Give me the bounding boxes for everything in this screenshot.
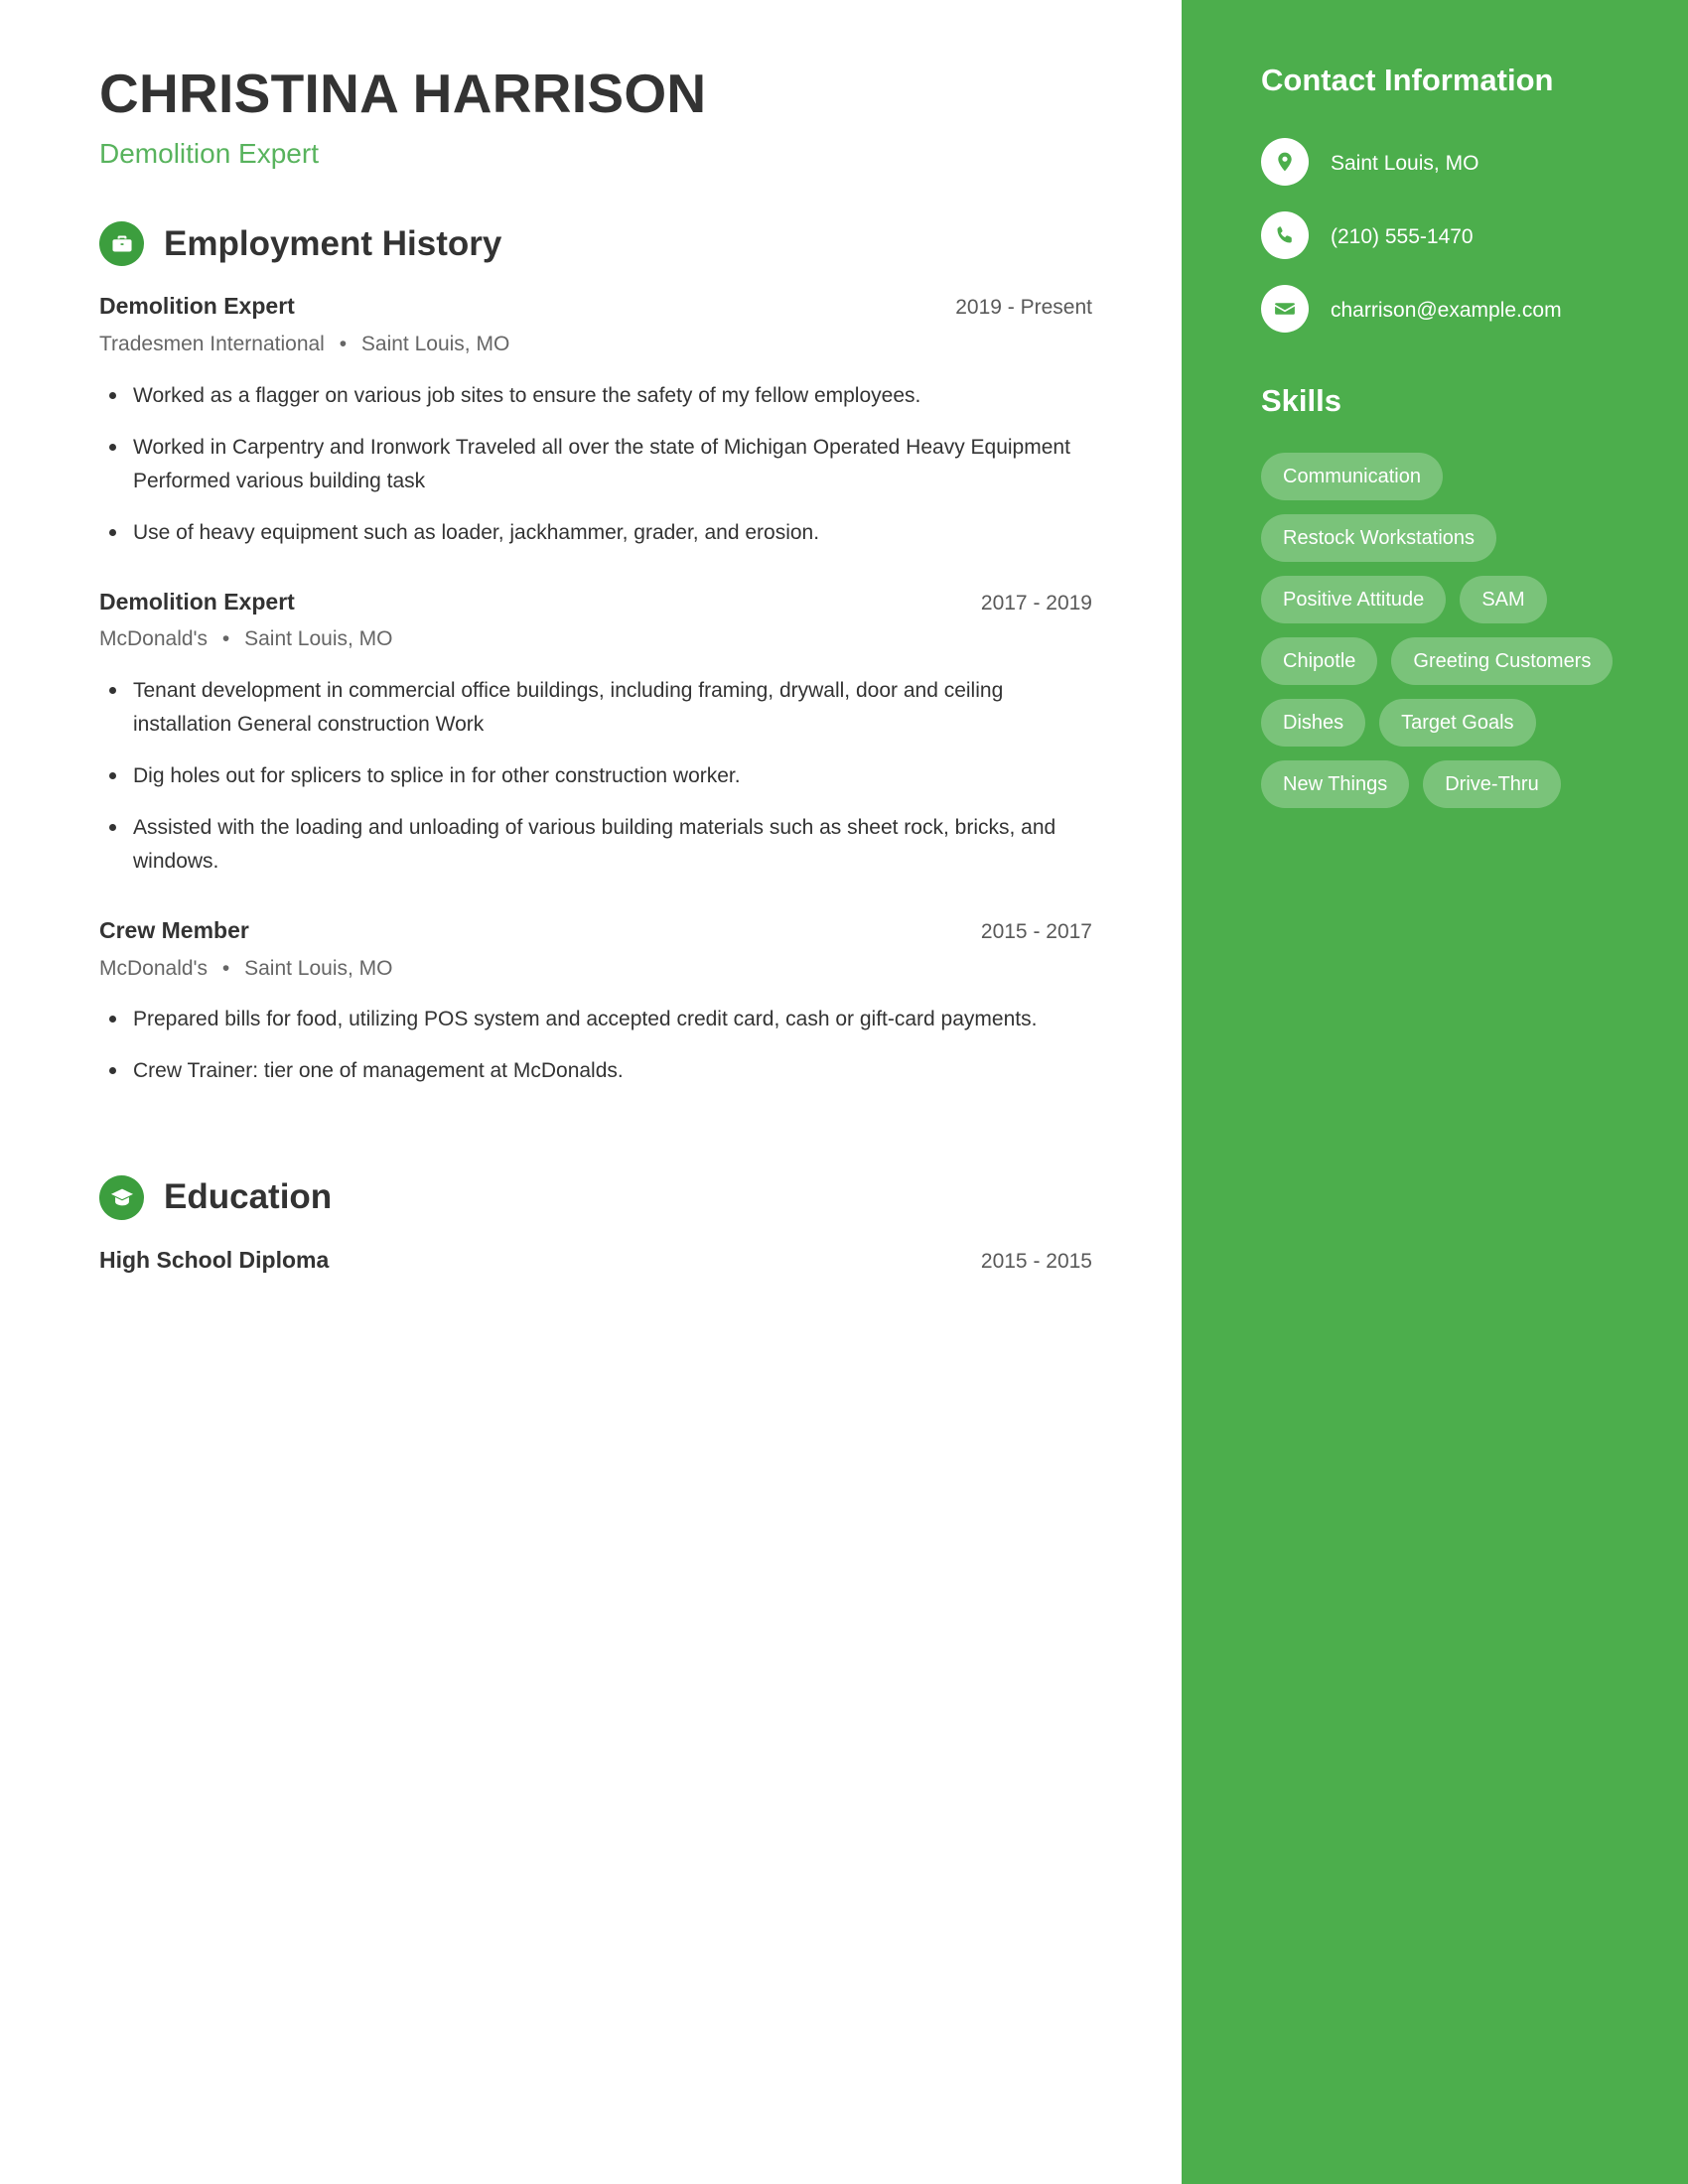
skill-pill: Drive-Thru [1423,759,1561,808]
bullet-item: Assisted with the loading and unloading … [99,811,1092,879]
skill-pill: Dishes [1261,698,1366,747]
skill-pill: SAM [1460,575,1547,623]
envelope-icon [1261,284,1309,333]
bullet-item: Dig holes out for splicers to splice in … [99,759,1092,793]
entry-header: Demolition Expert 2019 - Present [99,292,1092,322]
entry-dates: 2015 - 2017 [980,919,1092,943]
entry-location: Saint Louis, MO [360,333,510,356]
contact-information-title: Contact Information [1261,63,1554,97]
meta-separator: • [339,333,348,356]
skill-pill: Greeting Customers [1391,636,1614,685]
skill-pill: Positive Attitude [1261,575,1447,623]
skill-pill: Restock Workstations [1261,513,1497,562]
bullet-item: Crew Trainer: tier one of management at … [99,1054,1092,1088]
contact-location-value: Saint Louis, MO [1331,151,1479,175]
employment-entry: Demolition Expert 2017 - 2019 McDonald's… [99,588,1092,879]
contact-item-email: charrison@example.com [1261,284,1618,333]
contact-list: Saint Louis, MO (210) 555-1470 charrison… [1261,137,1618,333]
entry-role: Crew Member [99,916,249,943]
skills-list: Communication Restock Workstations Posit… [1261,452,1618,808]
bullet-item: Prepared bills for food, utilizing POS s… [99,1003,1092,1036]
phone-icon [1261,210,1309,259]
employment-entry: Demolition Expert 2019 - Present Tradesm… [99,292,1092,549]
meta-separator: • [221,956,230,980]
contact-email-value: charrison@example.com [1331,298,1562,322]
employment-section-header: Employment History [99,221,1092,267]
entry-dates: 2017 - 2019 [980,591,1092,614]
meta-separator: • [221,627,230,651]
contact-item-phone: (210) 555-1470 [1261,210,1618,259]
entry-bullets: Worked as a flagger on various job sites… [99,379,1092,550]
entry-company: McDonald's [99,627,209,651]
employment-entry-list: Demolition Expert 2019 - Present Tradesm… [99,292,1092,1088]
entry-meta: McDonald's • Saint Louis, MO [99,625,1092,653]
employment-history-section: Employment History Demolition Expert 201… [99,221,1092,1088]
bullet-item: Use of heavy equipment such as loader, j… [99,516,1092,550]
entry-header: High School Diploma 2015 - 2015 [99,1246,1092,1276]
contact-phone-value: (210) 555-1470 [1331,224,1474,248]
main-column: CHRISTINA HARRISON Demolition Expert Emp… [0,0,1182,2184]
entry-location: Saint Louis, MO [244,956,393,980]
contact-item-location: Saint Louis, MO [1261,137,1618,186]
entry-meta: McDonald's • Saint Louis, MO [99,955,1092,983]
entry-bullets: Prepared bills for food, utilizing POS s… [99,1003,1092,1088]
entry-company: McDonald's [99,956,209,980]
entry-header: Crew Member 2015 - 2017 [99,916,1092,946]
entry-company: Tradesmen International [99,333,325,356]
skill-pill: Chipotle [1261,636,1378,685]
page-title: CHRISTINA HARRISON [99,63,707,124]
education-dates: 2015 - 2015 [980,1250,1092,1274]
education-entry: High School Diploma 2015 - 2015 [99,1246,1092,1276]
employment-entry: Crew Member 2015 - 2017 McDonald's • Sai… [99,916,1092,1088]
entry-location: Saint Louis, MO [244,627,393,651]
entry-bullets: Tenant development in commercial office … [99,674,1092,879]
skill-pill: Communication [1261,452,1443,500]
education-entry-list: High School Diploma 2015 - 2015 [99,1246,1092,1276]
resume-page: CHRISTINA HARRISON Demolition Expert Emp… [0,0,1688,2184]
map-pin-icon [1261,137,1309,186]
entry-header: Demolition Expert 2017 - 2019 [99,588,1092,617]
header-job-title: Demolition Expert [99,137,319,169]
skills-block: Skills Communication Restock Workstation… [1261,382,1618,808]
skills-title: Skills [1261,382,1341,418]
entry-dates: 2019 - Present [955,296,1092,320]
education-section-title: Education [164,1177,333,1217]
entry-role: Demolition Expert [99,293,295,320]
bullet-item: Worked in Carpentry and Ironwork Travele… [99,431,1092,498]
education-section-header: Education [99,1175,1092,1221]
skill-pill: Target Goals [1379,698,1536,747]
entry-meta: Tradesmen International • Saint Louis, M… [99,331,1092,358]
bullet-item: Worked as a flagger on various job sites… [99,379,1092,413]
employment-section-title: Employment History [164,223,502,263]
entry-role: Demolition Expert [99,588,295,614]
education-section: Education High School Diploma 2015 - 201… [99,1175,1092,1276]
briefcase-icon [99,221,144,267]
sidebar: Contact Information Saint Louis, MO (210… [1182,0,1688,2184]
bullet-item: Tenant development in commercial office … [99,674,1092,742]
skill-pill: New Things [1261,759,1410,808]
graduation-cap-icon [99,1175,144,1221]
education-degree: High School Diploma [99,1247,330,1274]
